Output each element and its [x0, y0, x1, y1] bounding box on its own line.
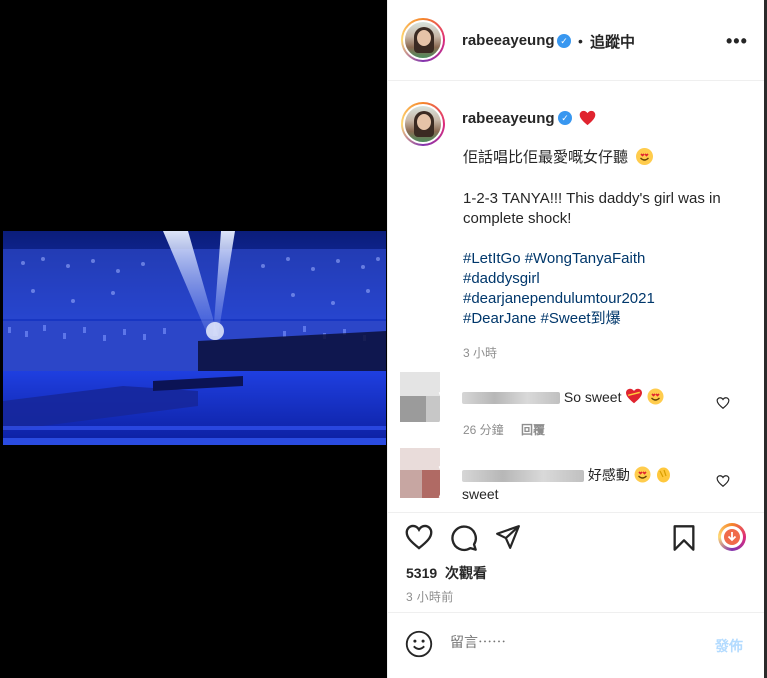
comment-1-body: So sweet — [462, 388, 664, 405]
comment-avatar[interactable] — [400, 448, 440, 502]
comment-bar-divider — [388, 612, 764, 613]
author-username[interactable]: rabeeayeung — [462, 32, 555, 49]
like-comment-heart-icon[interactable] — [716, 474, 730, 488]
smiling-face-with-hearts-emoji-icon — [647, 388, 664, 405]
post-time-ago[interactable]: 3 小時前 — [406, 588, 454, 605]
view-count: 5319 次觀看 — [406, 563, 487, 583]
smiling-face-with-hearts-emoji-icon — [634, 466, 651, 483]
share-send-icon[interactable] — [494, 524, 522, 550]
video-player[interactable] — [3, 231, 386, 445]
view-count-label: 次觀看 — [445, 565, 488, 581]
caption-text-1: 佢話唱比佢最愛嘅女仔聽 — [463, 149, 629, 166]
comment-2-body: 好感動 — [462, 465, 672, 485]
clapping-hands-emoji-icon — [656, 467, 670, 483]
comment-1-timestamp: 26 分鐘 — [463, 423, 504, 437]
post-side-panel: rabeeayeung ✓ • 追蹤中 ••• rabeeayeung ✓ 佢話… — [387, 0, 764, 678]
actions-divider — [388, 512, 764, 513]
comment-bubble-icon[interactable] — [450, 524, 478, 552]
comment-input[interactable] — [450, 634, 700, 650]
header-divider — [388, 80, 764, 81]
comment-2-text: 好感動 — [587, 467, 630, 483]
author-avatar[interactable] — [401, 18, 445, 62]
verified-badge-icon: ✓ — [558, 111, 572, 125]
comment-1-username-blurred[interactable] — [462, 392, 560, 405]
caption-line-2: 1-2-3 TANYA!!! This daddy's girl was in — [463, 190, 721, 207]
caption-username[interactable]: rabeeayeung — [462, 110, 555, 127]
hashtags-line-1[interactable]: #LetItGo #WongTanyaFaith — [463, 249, 645, 269]
comment-avatar[interactable] — [400, 372, 440, 426]
red-heart-emoji-icon — [579, 110, 596, 126]
comment-2-text-line2: sweet — [462, 486, 499, 502]
emoji-smiley-icon[interactable] — [405, 630, 433, 658]
separator-dot: • — [578, 33, 583, 49]
like-heart-icon[interactable] — [405, 524, 433, 550]
following-button[interactable]: 追蹤中 — [590, 31, 635, 52]
like-comment-heart-icon[interactable] — [716, 396, 730, 410]
hashtags-line-2[interactable]: #daddysgirl — [463, 269, 540, 289]
smiling-face-with-hearts-emoji-icon — [636, 148, 654, 165]
concert-video-frame — [3, 231, 386, 445]
hashtags-line-4[interactable]: #DearJane #Sweet到爆 — [463, 309, 621, 329]
caption-author-avatar[interactable] — [401, 102, 445, 146]
comment-1-text: So sweet — [563, 389, 622, 405]
save-bookmark-icon[interactable] — [672, 524, 696, 552]
media-panel — [0, 0, 387, 678]
caption-line-3: complete shock! — [463, 210, 572, 227]
heart-with-ribbon-emoji-icon — [626, 388, 643, 404]
verified-badge-icon: ✓ — [557, 34, 571, 48]
caption-timestamp: 3 小時 — [463, 346, 498, 360]
download-extension-icon[interactable] — [718, 523, 746, 551]
view-count-number: 5319 — [406, 565, 438, 581]
instagram-post-viewer: rabeeayeung ✓ • 追蹤中 ••• rabeeayeung ✓ 佢話… — [0, 0, 767, 678]
post-comment-button[interactable]: 發佈 — [715, 636, 743, 656]
more-horizontal-icon[interactable]: ••• — [726, 31, 748, 52]
comment-2-username-blurred[interactable] — [462, 470, 584, 483]
caption-line-1: 佢話唱比佢最愛嘅女仔聽 — [463, 148, 654, 168]
hashtags-line-3[interactable]: #dearjanependulumtour2021 — [463, 289, 655, 309]
comment-1-reply-button[interactable]: 回覆 — [521, 421, 545, 438]
